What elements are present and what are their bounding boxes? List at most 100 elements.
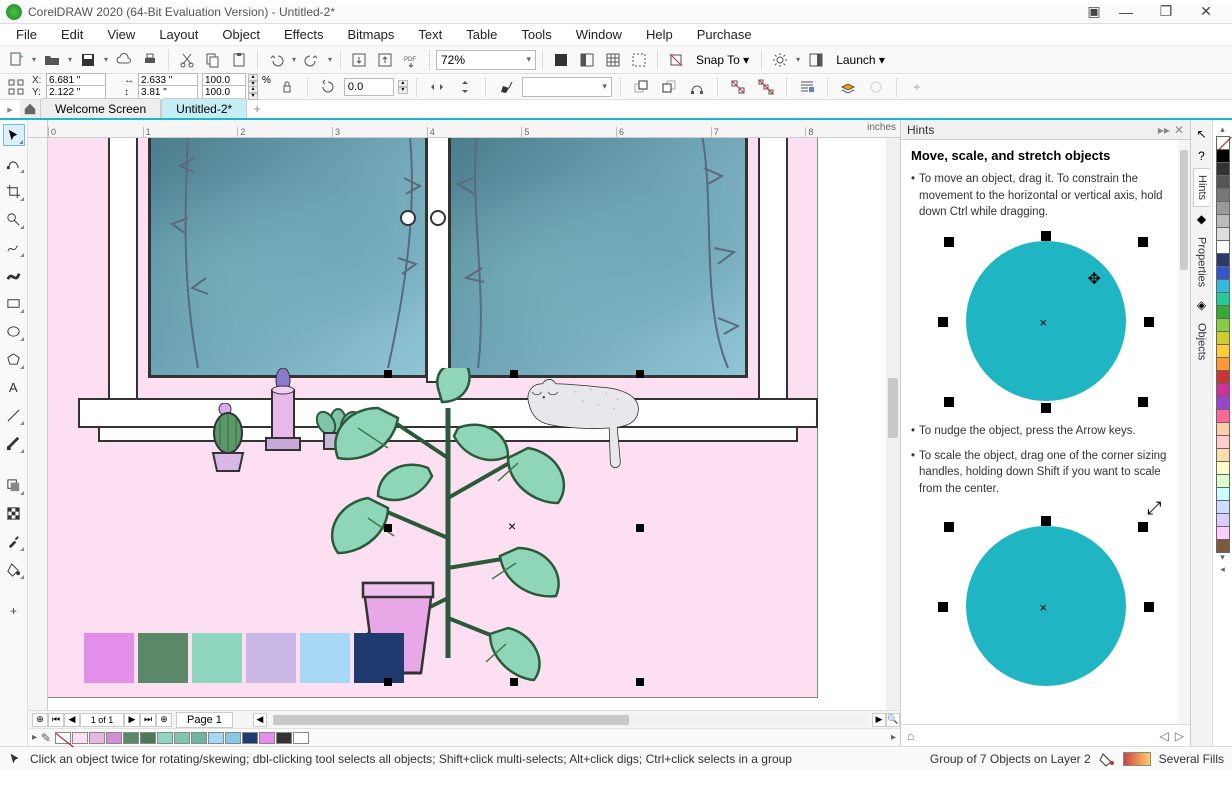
ellipse-tool[interactable] — [3, 320, 25, 342]
palette-swatch[interactable] — [1216, 318, 1230, 332]
dock-properties-icon[interactable]: ◆ — [1194, 211, 1210, 227]
palette-swatch[interactable] — [1216, 188, 1230, 202]
palette-swatch[interactable] — [1216, 331, 1230, 345]
save-dropdown[interactable]: ▾ — [102, 49, 110, 71]
zoom-level-select[interactable]: 72%▾ — [436, 50, 536, 70]
palette-swatch[interactable] — [1216, 396, 1230, 410]
hints-home-icon[interactable]: ⌂ — [907, 729, 914, 743]
dock-objects-icon[interactable]: ◈ — [1194, 297, 1210, 313]
cloud-button[interactable] — [112, 49, 136, 71]
dock-help-icon[interactable]: ? — [1194, 148, 1210, 164]
selection-handle[interactable] — [384, 370, 392, 378]
palette-swatch[interactable] — [1216, 500, 1230, 514]
fill-tool[interactable] — [3, 558, 25, 580]
page-last-button[interactable]: ⏭ — [140, 713, 156, 727]
palette-swatch[interactable] — [1216, 448, 1230, 462]
palette-up-arrow[interactable]: ▴ — [1220, 124, 1225, 136]
drawing-page[interactable]: × — [48, 138, 868, 698]
illustration-cactus[interactable] — [203, 403, 253, 473]
vertical-ruler[interactable] — [28, 138, 48, 746]
illustration-swatches[interactable] — [84, 633, 404, 683]
menu-file[interactable]: File — [4, 25, 49, 44]
doc-swatch[interactable] — [106, 732, 122, 744]
convert-curves-button[interactable] — [685, 76, 709, 98]
palette-swatch[interactable] — [1216, 240, 1230, 254]
doc-swatch[interactable] — [123, 732, 139, 744]
fill-indicator[interactable] — [1123, 752, 1151, 766]
palette-swatch[interactable] — [1216, 292, 1230, 306]
palette-swatch[interactable] — [1216, 149, 1230, 163]
preview-button[interactable] — [575, 49, 599, 71]
swatch[interactable] — [246, 633, 296, 683]
page-tab[interactable]: Page 1 — [176, 712, 233, 728]
palette-swatch[interactable] — [1216, 383, 1230, 397]
rotation-input[interactable]: 0.0 — [344, 78, 394, 96]
menu-tools[interactable]: Tools — [509, 25, 563, 44]
outline-width-select[interactable]: ▾ — [522, 77, 612, 97]
canvas-viewport[interactable]: × — [48, 138, 900, 710]
selection-handle[interactable] — [384, 678, 392, 686]
save-button[interactable] — [76, 49, 100, 71]
outline-pen-icon[interactable] — [494, 76, 518, 98]
connector-tool[interactable] — [3, 432, 25, 454]
palette-swatch[interactable] — [1216, 266, 1230, 280]
palette-swatch[interactable] — [1216, 513, 1230, 527]
palette-swatch[interactable] — [1216, 305, 1230, 319]
hints-back-icon[interactable]: ◁ — [1160, 729, 1169, 743]
doc-swatch[interactable] — [259, 732, 275, 744]
crop-tool[interactable] — [3, 180, 25, 202]
drop-shadow-tool[interactable] — [3, 474, 25, 496]
symbol-button[interactable] — [864, 76, 888, 98]
launch-dropdown[interactable]: Launch ▾ — [830, 53, 891, 67]
print-button[interactable] — [138, 49, 162, 71]
doc-swatch[interactable] — [293, 732, 309, 744]
new-button[interactable]: + — [4, 49, 28, 71]
ungroup-button[interactable] — [726, 76, 750, 98]
palette-swatch[interactable] — [1216, 344, 1230, 358]
vertical-scrollbar[interactable] — [886, 138, 900, 710]
open-button[interactable] — [40, 49, 64, 71]
menu-object[interactable]: Object — [210, 25, 272, 44]
palette-swatch[interactable] — [1216, 370, 1230, 384]
no-color-swatch[interactable] — [55, 732, 71, 744]
text-tool[interactable]: A — [3, 376, 25, 398]
page-first-button[interactable]: ⏮ — [48, 713, 64, 727]
toolbox-add-button[interactable]: + — [3, 600, 25, 622]
tab-pick-arrow[interactable]: ▸ — [0, 100, 20, 118]
menu-window[interactable]: Window — [564, 25, 634, 44]
doc-swatch[interactable] — [225, 732, 241, 744]
menu-edit[interactable]: Edit — [49, 25, 95, 44]
hscroll-right-button[interactable]: ▶ — [872, 713, 886, 727]
tab-welcome[interactable]: Welcome Screen — [40, 98, 161, 118]
hints-scrollbar[interactable] — [1178, 140, 1190, 724]
page-prev-button[interactable]: ◀ — [64, 713, 80, 727]
swatch[interactable] — [138, 633, 188, 683]
lock-ratio-button[interactable] — [275, 76, 299, 98]
publish-pdf-button[interactable]: PDF — [399, 49, 423, 71]
swatch[interactable] — [354, 633, 404, 683]
palette-swatch[interactable] — [1216, 279, 1230, 293]
selection-handle[interactable] — [510, 678, 518, 686]
object-manager-button[interactable] — [836, 76, 860, 98]
to-back-button[interactable] — [657, 76, 681, 98]
page-counter[interactable]: 1 of 1 — [80, 713, 124, 727]
fullscreen-button[interactable] — [549, 49, 573, 71]
doc-swatch[interactable] — [191, 732, 207, 744]
rectangle-tool[interactable] — [3, 292, 25, 314]
grid-button[interactable] — [601, 49, 625, 71]
tab-untitled[interactable]: Untitled-2* — [161, 98, 247, 118]
selection-handle[interactable] — [636, 524, 644, 532]
doc-swatch[interactable] — [89, 732, 105, 744]
palette-swatch[interactable] — [1216, 526, 1230, 540]
dimension-tool[interactable] — [3, 404, 25, 426]
selection-handle[interactable] — [636, 678, 644, 686]
maximize-button[interactable]: ❐ — [1146, 3, 1186, 20]
add-preset-button[interactable]: + — [905, 76, 929, 98]
snap-off-button[interactable] — [664, 49, 688, 71]
redo-button[interactable] — [300, 49, 324, 71]
doc-swatch[interactable] — [208, 732, 224, 744]
undo-button[interactable] — [264, 49, 288, 71]
palette-swatch[interactable] — [1216, 357, 1230, 371]
new-dropdown[interactable]: ▾ — [30, 49, 38, 71]
zoom-tool[interactable] — [3, 208, 25, 230]
